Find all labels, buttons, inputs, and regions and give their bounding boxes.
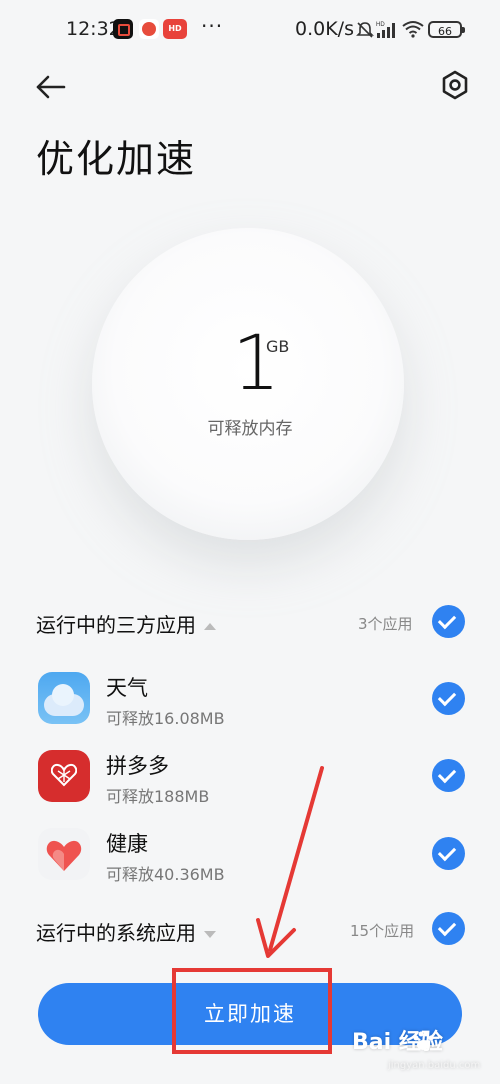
annotation-arrow-icon [256, 766, 324, 958]
app-name: 健康 [106, 832, 148, 856]
page-title: 优化加速 [36, 137, 197, 181]
app-releasable: 可释放16.08MB [106, 709, 225, 728]
select-all-system-checkbox[interactable] [432, 912, 465, 945]
app-name: 天气 [106, 676, 148, 700]
app-notification-icon [113, 19, 133, 39]
section-label: 运行中的三方应用 [36, 613, 196, 637]
battery-indicator: 66 [428, 21, 465, 38]
app-checkbox-weather[interactable] [432, 682, 465, 715]
baidu-watermark: Bai 经验 jingyan.baidu.com [352, 1024, 492, 1082]
select-all-third-party-checkbox[interactable] [432, 605, 465, 638]
app-notification-icon: HD [163, 19, 187, 39]
annotation-highlight-box [172, 968, 332, 1054]
paw-icon [413, 1031, 434, 1050]
more-notifications-icon: ··· [201, 14, 224, 38]
system-apps-section[interactable]: 运行中的系统应用 [36, 917, 216, 946]
app-checkbox-pinduoduo[interactable] [432, 759, 465, 792]
releasable-memory-caption: 可释放内存 [207, 419, 293, 439]
signal-icon: HD [376, 22, 395, 38]
status-bar: 12:32 HD ··· 0.0K/s HD 66 [0, 0, 500, 60]
pinduoduo-icon [38, 750, 90, 802]
app-checkbox-health[interactable] [432, 837, 465, 870]
third-party-apps-section[interactable]: 运行中的三方应用 [36, 609, 216, 638]
app-releasable: 可释放188MB [106, 787, 210, 806]
releasable-memory-unit: GB [266, 337, 290, 356]
heart-icon [46, 840, 82, 871]
weather-icon [38, 672, 90, 724]
network-speed: 0.0K/s [295, 18, 354, 40]
system-count: 15个应用 [350, 922, 415, 940]
watermark-url: jingyan.baidu.com [388, 1060, 481, 1071]
back-arrow-icon[interactable] [34, 70, 68, 104]
heart-icon [51, 763, 77, 787]
expand-caret-icon [204, 931, 216, 938]
collapse-caret-icon [204, 623, 216, 630]
health-icon [38, 828, 90, 880]
wifi-icon [402, 21, 424, 38]
app-releasable: 可释放40.36MB [106, 865, 225, 884]
app-name: 拼多多 [106, 754, 169, 778]
section-label: 运行中的系统应用 [36, 921, 196, 945]
third-party-count: 3个应用 [358, 615, 413, 633]
settings-gear-icon[interactable] [440, 70, 470, 100]
app-notification-icon [139, 19, 159, 39]
mute-bell-icon [356, 22, 374, 38]
hd-label: HD [376, 22, 385, 28]
